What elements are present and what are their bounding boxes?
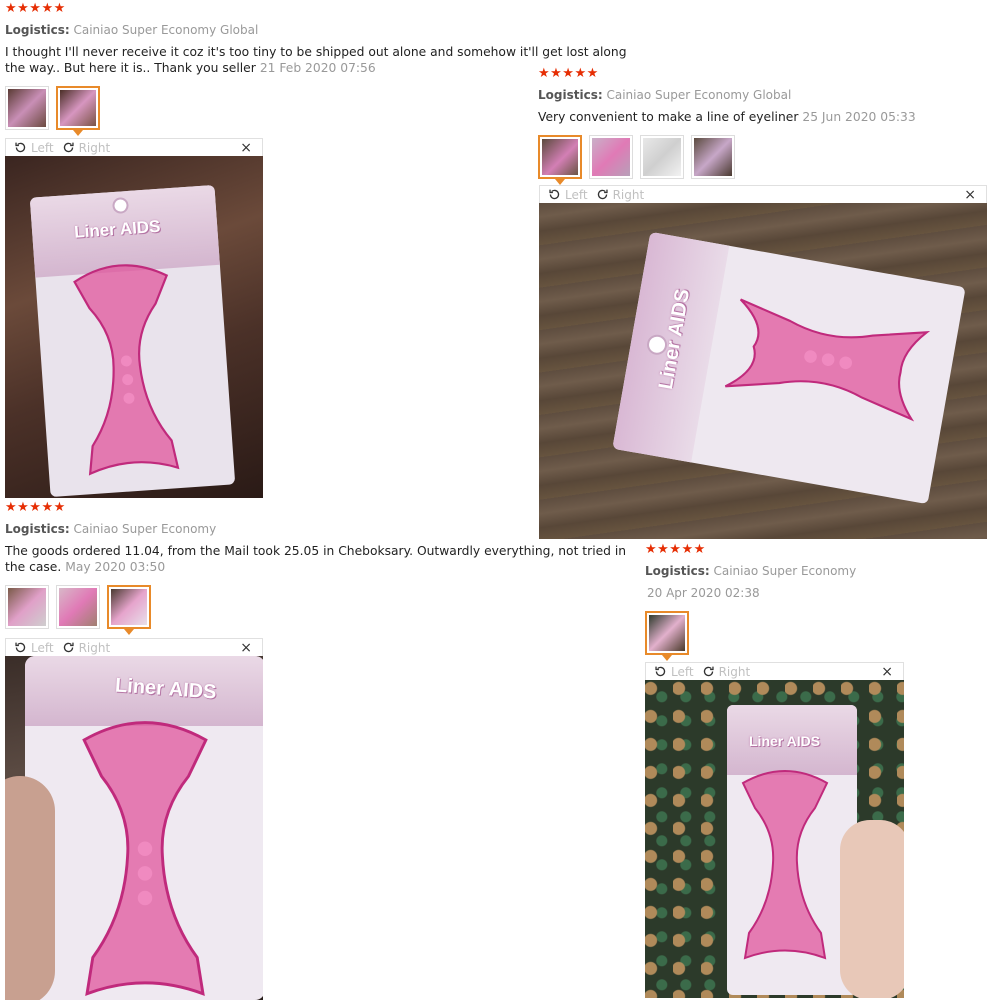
thumbnail-active[interactable] (538, 135, 582, 185)
rating-stars: ★★★★★ (5, 1, 66, 16)
rating-stars: ★★★★★ (5, 500, 66, 515)
logistics-line: Logistics: Cainiao Super Economy (645, 563, 985, 579)
thumbnail[interactable] (5, 86, 49, 130)
rotate-left-button[interactable]: Left (14, 641, 54, 655)
logistics-value: Cainiao Super Economy Global (73, 23, 259, 37)
rotate-right-label: Right (718, 664, 751, 679)
rotate-right-icon (63, 142, 74, 153)
review-4: ★★★★★ Logistics: Cainiao Super Economy 2… (645, 542, 985, 661)
logistics-value: Cainiao Super Economy (713, 564, 857, 578)
image-viewer-4: Left Right × Liner AIDS (645, 662, 904, 998)
logistics-line: Logistics: Cainiao Super Economy Global (538, 87, 998, 103)
close-icon[interactable]: × (964, 187, 976, 203)
review-date: May 2020 03:50 (65, 560, 166, 574)
thumbnail-strip (5, 585, 635, 635)
image-viewer-2: Left Right × Liner AIDS (539, 185, 987, 539)
logistics-label: Logistics: (645, 564, 710, 578)
logistics-line: Logistics: Cainiao Super Economy Global (5, 22, 645, 38)
rotate-right-label: Right (612, 187, 645, 202)
logistics-label: Logistics: (5, 23, 70, 37)
image-viewer-3: Left Right × Liner AIDS (5, 638, 263, 1000)
thumbnail-active[interactable] (107, 585, 151, 635)
eyeliner-stencil (73, 264, 180, 476)
rotate-right-label: Right (78, 640, 111, 655)
rating-stars: ★★★★★ (645, 542, 706, 557)
hand-shape (840, 820, 904, 998)
rotate-right-button[interactable]: Right (62, 140, 111, 155)
thumbnail[interactable] (589, 135, 633, 179)
rotate-left-icon (15, 142, 26, 153)
package-brand-text: Liner AIDS (749, 733, 821, 749)
close-icon[interactable]: × (240, 640, 252, 656)
viewer-toolbar: Left Right × (5, 638, 263, 656)
thumbnail[interactable] (5, 585, 49, 629)
rotate-right-button[interactable]: Right (62, 640, 111, 655)
review-date: 21 Feb 2020 07:56 (259, 61, 376, 75)
eyeliner-stencil (724, 298, 931, 422)
rotate-right-button[interactable]: Right (596, 187, 645, 202)
viewer-toolbar: Left Right × (645, 662, 904, 680)
review-2: ★★★★★ Logistics: Cainiao Super Economy G… (538, 66, 998, 185)
close-icon[interactable]: × (240, 140, 252, 156)
logistics-value: Cainiao Super Economy Global (606, 88, 792, 102)
logistics-label: Logistics: (5, 522, 70, 536)
eyeliner-stencil (741, 770, 829, 960)
rotate-left-icon (655, 666, 666, 677)
logistics-label: Logistics: (538, 88, 603, 102)
thumbnail-strip (538, 135, 998, 185)
rotate-right-button[interactable]: Right (702, 664, 751, 679)
rotate-left-label: Left (31, 140, 54, 155)
review-photo: Liner AIDS (539, 203, 987, 539)
product-package: Liner AIDS (612, 231, 966, 505)
rotate-right-icon (597, 189, 608, 200)
thumbnail-active[interactable] (645, 611, 689, 661)
eyeliner-stencil (82, 721, 208, 996)
thumbnail[interactable] (691, 135, 735, 179)
rotate-left-button[interactable]: Left (654, 665, 694, 679)
logistics-line: Logistics: Cainiao Super Economy (5, 521, 635, 537)
hand-shape (5, 776, 55, 1000)
thumbnail[interactable] (56, 585, 100, 629)
thumbnail-strip (645, 611, 985, 661)
rotate-left-button[interactable]: Left (548, 188, 588, 202)
viewer-toolbar: Left Right × (539, 185, 987, 203)
product-package: Liner AIDS (29, 184, 236, 498)
image-viewer-1: Left Right × Liner AIDS (5, 138, 263, 498)
review-text: Very convenient to make a line of eyelin… (538, 110, 799, 124)
rotate-right-icon (703, 666, 714, 677)
review-photo: Liner AIDS (5, 656, 263, 1000)
rotate-left-label: Left (565, 187, 588, 202)
product-package: Liner AIDS (727, 705, 857, 995)
rotate-left-icon (15, 642, 26, 653)
review-date: 20 Apr 2020 02:38 (647, 586, 760, 600)
logistics-value: Cainiao Super Economy (73, 522, 217, 536)
thumbnail[interactable] (640, 135, 684, 179)
review-photo: Liner AIDS (5, 156, 263, 498)
review-text-block: The goods ordered 11.04, from the Mail t… (5, 543, 635, 575)
rotate-right-icon (63, 642, 74, 653)
review-date: 25 Jun 2020 05:33 (802, 110, 916, 124)
rotate-left-button[interactable]: Left (14, 141, 54, 155)
thumbnail-active[interactable] (56, 86, 100, 136)
review-3: ★★★★★ Logistics: Cainiao Super Economy T… (5, 500, 635, 635)
rotate-left-label: Left (671, 664, 694, 679)
viewer-toolbar: Left Right × (5, 138, 263, 156)
rotate-left-label: Left (31, 640, 54, 655)
rotate-right-label: Right (78, 140, 111, 155)
product-package: Liner AIDS (25, 656, 263, 1000)
review-photo: Liner AIDS (645, 680, 904, 998)
rotate-left-icon (549, 189, 560, 200)
rating-stars: ★★★★★ (538, 66, 599, 81)
close-icon[interactable]: × (881, 664, 893, 680)
review-text-block: Very convenient to make a line of eyelin… (538, 109, 998, 125)
